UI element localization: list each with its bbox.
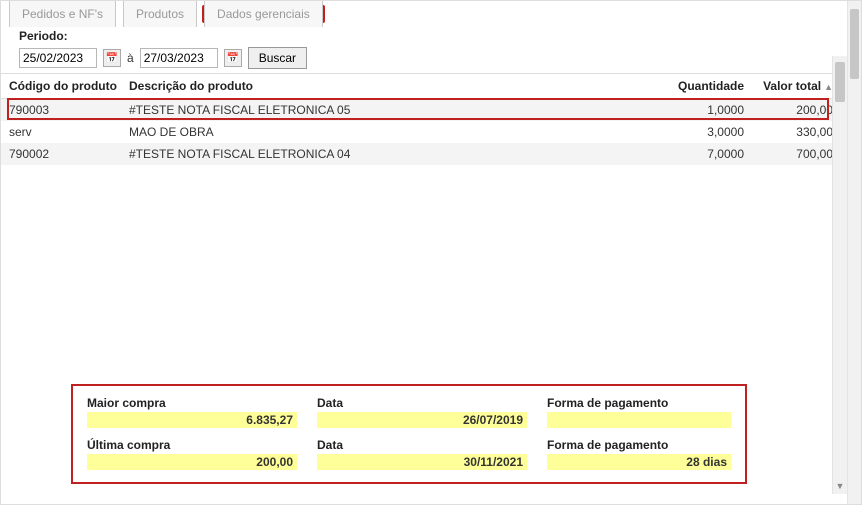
- cell-val: 200,00: [744, 103, 839, 117]
- grid-rows: 790003 #TESTE NOTA FISCAL ELETRONICA 05 …: [1, 99, 847, 165]
- cell-val: 330,00: [744, 125, 839, 139]
- value-maior-forma: [547, 412, 731, 428]
- cell-desc: #TESTE NOTA FISCAL ELETRONICA 05: [129, 103, 654, 117]
- table-row[interactable]: 790002 #TESTE NOTA FISCAL ELETRONICA 04 …: [1, 143, 847, 165]
- period-label: Periodo:: [19, 29, 839, 43]
- period-to-input[interactable]: [140, 48, 218, 68]
- label-ultima-forma: Forma de pagamento: [547, 438, 731, 452]
- value-ultima-data: 30/11/2021: [317, 454, 527, 470]
- outer-scroll-thumb[interactable]: [850, 9, 859, 79]
- header-quantidade[interactable]: Quantidade: [654, 79, 744, 93]
- value-ultima-forma: 28 dias: [547, 454, 731, 470]
- cell-code: 790003: [9, 103, 129, 117]
- value-maior-data: 26/07/2019: [317, 412, 527, 428]
- period-from-input[interactable]: [19, 48, 97, 68]
- period-filter: Periodo: 📅 à 📅 Buscar: [1, 23, 847, 73]
- label-maior-data: Data: [317, 396, 527, 410]
- header-descricao[interactable]: Descrição do produto: [129, 79, 654, 93]
- table-row[interactable]: 790003 #TESTE NOTA FISCAL ELETRONICA 05 …: [1, 99, 847, 121]
- label-maior-compra: Maior compra: [87, 396, 297, 410]
- value-maior-compra: 6.835,27: [87, 412, 297, 428]
- app-frame: Pedidos e NF's Produtos Dados gerenciais…: [0, 0, 862, 505]
- outer-scrollbar[interactable]: [847, 1, 861, 504]
- cell-code: 790002: [9, 147, 129, 161]
- label-ultima-data: Data: [317, 438, 527, 452]
- period-separator: à: [127, 51, 134, 65]
- calendar-icon[interactable]: 📅: [224, 49, 242, 67]
- table-row[interactable]: serv MAO DE OBRA 3,0000 330,00: [1, 121, 847, 143]
- scroll-down-icon[interactable]: ▼: [833, 478, 847, 494]
- summary-panel: Maior compra 6.835,27 Data 26/07/2019 Fo…: [71, 384, 747, 484]
- cell-qty: 3,0000: [654, 125, 744, 139]
- cell-desc: MAO DE OBRA: [129, 125, 654, 139]
- grid-header: Código do produto Descrição do produto Q…: [1, 73, 847, 99]
- calendar-icon[interactable]: 📅: [103, 49, 121, 67]
- cell-desc: #TESTE NOTA FISCAL ELETRONICA 04: [129, 147, 654, 161]
- header-codigo[interactable]: Código do produto: [9, 79, 129, 93]
- header-valor-total[interactable]: Valor total▲: [744, 79, 839, 93]
- value-ultima-compra: 200,00: [87, 454, 297, 470]
- tabs: Pedidos e NF's Produtos Dados gerenciais: [1, 1, 861, 23]
- search-button[interactable]: Buscar: [248, 47, 307, 69]
- grid-scrollbar[interactable]: ▲ ▼: [832, 56, 847, 494]
- label-maior-forma: Forma de pagamento: [547, 396, 731, 410]
- cell-code: serv: [9, 125, 129, 139]
- cell-qty: 1,0000: [654, 103, 744, 117]
- label-ultima-compra: Última compra: [87, 438, 297, 452]
- scroll-thumb[interactable]: [835, 62, 845, 102]
- content-area: Periodo: 📅 à 📅 Buscar Código do produto …: [1, 23, 847, 494]
- cell-val: 700,00: [744, 147, 839, 161]
- product-grid: Código do produto Descrição do produto Q…: [1, 73, 847, 165]
- cell-qty: 7,0000: [654, 147, 744, 161]
